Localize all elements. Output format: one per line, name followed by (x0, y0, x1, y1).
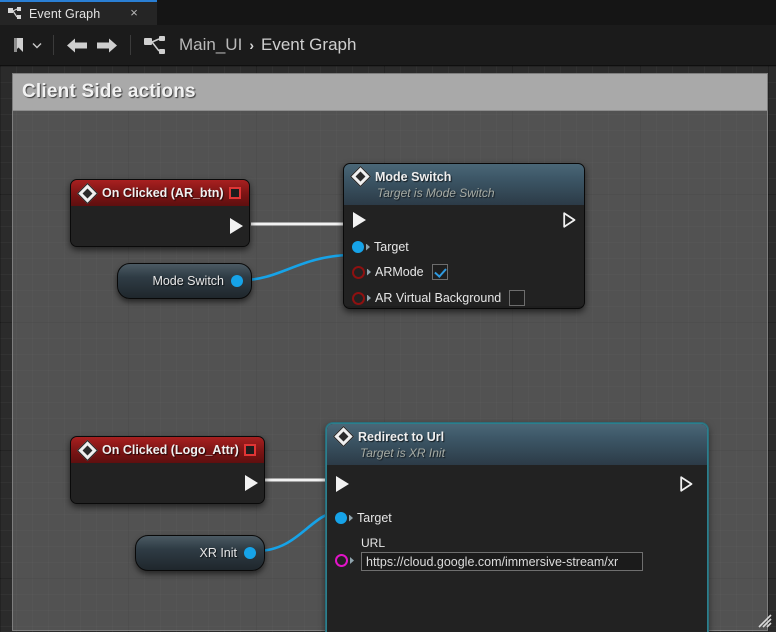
toolbar-divider (53, 35, 54, 55)
node-subtitle: Target is Mode Switch (377, 186, 495, 200)
graph-icon[interactable] (141, 30, 169, 60)
tab-bar: Event Graph × (0, 0, 776, 26)
graph-icon (8, 7, 22, 20)
breadcrumb-root[interactable]: Main_UI (179, 35, 242, 55)
node-body: Target ARMode AR Virtual Background (344, 205, 584, 306)
url-string-pin[interactable] (335, 554, 348, 567)
chevron-right-icon: › (249, 37, 254, 53)
exec-in-pin[interactable] (353, 212, 366, 228)
pin-arrow-icon (367, 294, 371, 302)
comment-title-bar[interactable]: Client Side actions (13, 74, 767, 111)
node-on-clicked-logo-attr[interactable]: On Clicked (Logo_Attr) (70, 436, 265, 504)
tab-event-graph[interactable]: Event Graph × (0, 0, 157, 25)
node-variable-xr-init[interactable]: XR Init (135, 535, 265, 571)
node-title: Mode Switch (375, 169, 452, 184)
exec-out-pin[interactable] (245, 475, 258, 491)
node-redirect-to-url[interactable]: Redirect to Url Target is XR Init Target… (326, 423, 708, 632)
pin-row-armode: ARMode (344, 259, 584, 285)
node-title: On Clicked (AR_btn) (102, 186, 224, 200)
target-pin[interactable] (352, 241, 364, 253)
exec-out-pin[interactable] (680, 476, 693, 492)
exec-out-pin[interactable] (563, 212, 576, 228)
pin-arrow-icon (350, 557, 354, 564)
node-on-clicked-ar-btn[interactable]: On Clicked (AR_btn) (70, 179, 250, 247)
object-out-pin[interactable] (231, 275, 243, 287)
close-icon[interactable]: × (127, 6, 141, 20)
variable-label: Mode Switch (152, 274, 224, 288)
exec-in-pin[interactable] (336, 476, 349, 492)
url-string-pin-wrapper (335, 554, 354, 567)
graph-toolbar: Main_UI › Event Graph (0, 25, 776, 66)
pin-row-target: Target (344, 235, 584, 259)
exec-row (327, 465, 707, 503)
comment-title: Client Side actions (22, 81, 196, 102)
tab-label: Event Graph (29, 6, 101, 21)
armode-checkbox[interactable] (431, 264, 448, 280)
pin-arrow-icon (366, 243, 370, 251)
node-header[interactable]: Redirect to Url Target is XR Init (327, 424, 707, 465)
url-label: URL (361, 536, 386, 550)
pin-row-target: Target (327, 503, 707, 533)
pin-row-url: URL https://cloud.google.com/immersive-s… (327, 533, 707, 579)
toolbar-divider-2 (130, 35, 131, 55)
event-badge-icon (244, 444, 256, 456)
node-body (71, 463, 264, 503)
arrow-right-icon[interactable] (92, 30, 122, 60)
pin-label: Target (374, 240, 409, 254)
variable-label: XR Init (199, 546, 237, 560)
pin-arrow-icon (367, 268, 371, 276)
node-subtitle: Target is XR Init (360, 446, 445, 460)
bookmark-icon[interactable] (7, 30, 29, 60)
pin-label: ARMode (375, 265, 424, 279)
armode-bool-pin[interactable] (352, 265, 365, 279)
ar-virtual-background-checkbox[interactable] (509, 290, 526, 306)
node-body (71, 206, 249, 246)
arrow-left-icon[interactable] (62, 30, 92, 60)
event-diamond-icon (76, 182, 99, 204)
node-header[interactable]: On Clicked (Logo_Attr) (71, 437, 264, 463)
function-diamond-icon (332, 425, 355, 448)
pin-label: AR Virtual Background (375, 291, 502, 305)
event-diamond-icon (76, 439, 99, 461)
pin-label: Target (357, 511, 392, 525)
node-header[interactable]: Mode Switch Target is Mode Switch (344, 164, 584, 205)
node-title: Redirect to Url (358, 429, 445, 444)
pin-arrow-icon (349, 514, 353, 522)
object-out-pin[interactable] (244, 547, 256, 559)
node-variable-mode-switch[interactable]: Mode Switch (117, 263, 252, 299)
node-body: Target URL https://cloud.google.com/imme… (327, 465, 707, 632)
pin-row-ar-virtual-background: AR Virtual Background (344, 285, 584, 308)
node-title: On Clicked (Logo_Attr) (102, 443, 239, 457)
function-diamond-icon (349, 165, 372, 188)
url-input[interactable]: https://cloud.google.com/immersive-strea… (361, 552, 643, 571)
exec-out-pin[interactable] (230, 218, 243, 234)
node-mode-switch-call[interactable]: Mode Switch Target is Mode Switch Target… (343, 163, 585, 309)
node-header[interactable]: On Clicked (AR_btn) (71, 180, 249, 206)
exec-row (344, 205, 584, 235)
chevron-down-icon[interactable] (29, 30, 45, 60)
target-pin[interactable] (335, 512, 347, 524)
event-badge-icon (229, 187, 241, 199)
breadcrumb-current[interactable]: Event Graph (261, 35, 356, 55)
ar-virtual-background-bool-pin[interactable] (352, 291, 365, 305)
breadcrumb: Main_UI › Event Graph (179, 35, 356, 55)
blueprint-editor-window: Event Graph × Main_UI › Event Graph Clie… (0, 0, 776, 632)
event-graph-canvas[interactable]: Client Side actions On Clicked (AR_btn) (0, 66, 776, 632)
